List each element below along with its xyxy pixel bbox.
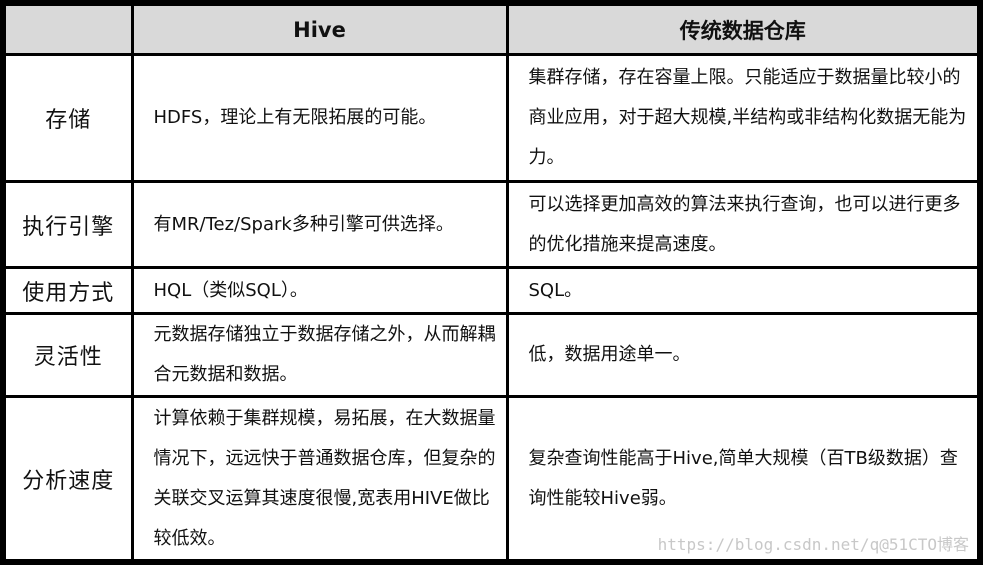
- row-label: 使用方式: [6, 266, 134, 315]
- hive-cell: 有MR/Tez/Spark多种引擎可供选择。: [130, 179, 509, 270]
- hive-cell: HDFS，理论上有无限拓展的可能。: [130, 53, 509, 183]
- table-row: 存储 HDFS，理论上有无限拓展的可能。 集群存储，存在容量上限。只能适应于数据…: [6, 53, 977, 183]
- hive-cell: 元数据存储独立于数据存储之外，从而解耦合元数据和数据。: [130, 311, 509, 399]
- header-traditional: 传统数据仓库: [505, 6, 977, 57]
- table-row: 使用方式 HQL（类似SQL）。 SQL。: [6, 266, 977, 315]
- traditional-cell: 集群存储，存在容量上限。只能适应于数据量比较小的商业应用，对于超大规模,半结构或…: [505, 53, 977, 183]
- row-label: 存储: [6, 53, 134, 183]
- header-row: Hive 传统数据仓库: [6, 6, 977, 57]
- header-empty: [6, 6, 134, 57]
- row-label: 分析速度: [6, 395, 134, 559]
- hive-cell: 计算依赖于集群规模，易拓展，在大数据量情况下，远远快于普通数据仓库，但复杂的关联…: [130, 395, 509, 559]
- table-row: 灵活性 元数据存储独立于数据存储之外，从而解耦合元数据和数据。 低，数据用途单一…: [6, 311, 977, 399]
- row-label: 灵活性: [6, 311, 134, 399]
- table-row: 执行引擎 有MR/Tez/Spark多种引擎可供选择。 可以选择更加高效的算法来…: [6, 179, 977, 270]
- traditional-cell: 可以选择更加高效的算法来执行查询，也可以进行更多的优化措施来提高速度。: [505, 179, 977, 270]
- hive-vs-traditional-dw-table: Hive 传统数据仓库 存储 HDFS，理论上有无限拓展的可能。 集群存储，存在…: [6, 6, 977, 559]
- source-watermark: https://blog.csdn.net/q@51CTO博客: [657, 535, 969, 554]
- traditional-cell: SQL。: [505, 266, 977, 315]
- traditional-cell: 低，数据用途单一。: [505, 311, 977, 399]
- header-hive: Hive: [130, 6, 509, 57]
- row-label: 执行引擎: [6, 179, 134, 270]
- hive-cell: HQL（类似SQL）。: [130, 266, 509, 315]
